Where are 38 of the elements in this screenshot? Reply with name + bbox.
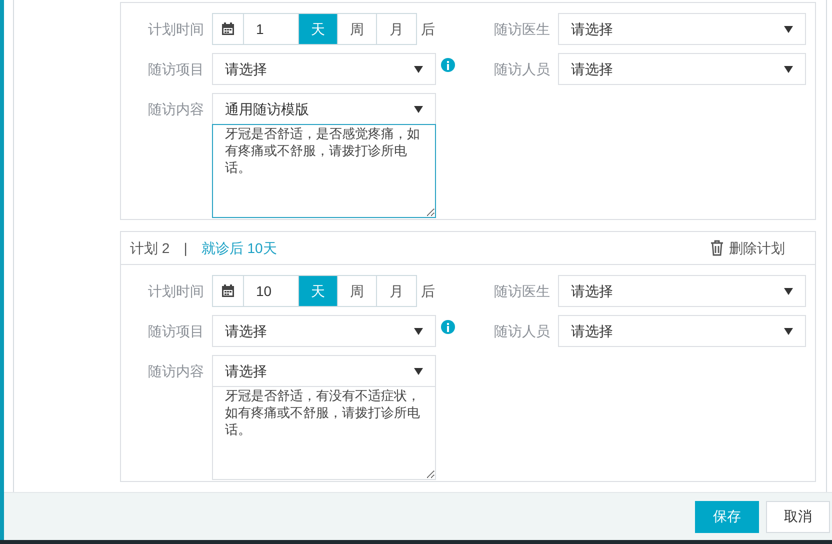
field-label: 随访内容 [147, 362, 205, 381]
field-label: 随访内容 [147, 100, 205, 119]
delete-plan-button[interactable]: 删除计划 [710, 238, 785, 258]
field-label: 随访人员 [493, 322, 551, 340]
select-field[interactable]: 请选择 [558, 13, 806, 45]
info-icon[interactable] [441, 320, 455, 334]
select-field[interactable]: 请选择 [558, 275, 806, 307]
caret-icon [784, 288, 793, 294]
select-field[interactable]: 请选择 [212, 53, 436, 85]
content-textarea[interactable]: 牙冠是否舒适，是否感觉疼痛，如有疼痛或不舒服，请拨打诊所电话。 [212, 124, 436, 218]
field-label: 随访项目 [147, 322, 205, 340]
field-label: 随访项目 [147, 60, 205, 78]
suffix-text: 后 [421, 282, 435, 300]
select-field[interactable]: 通用随访模版 [212, 93, 436, 125]
plan-title: 计划 2 [130, 238, 170, 258]
field-label: 随访医生 [493, 20, 551, 38]
field-label: 计划时间 [147, 20, 205, 38]
suffix-text: 后 [421, 20, 435, 38]
separator: | [184, 238, 188, 258]
content-textarea[interactable]: 牙冠是否舒适，有没有不适症状，如有疼痛或不舒服，请拨打诊所电话。 [212, 386, 436, 480]
select-field[interactable]: 请选择 [212, 315, 436, 347]
trash-icon [710, 240, 724, 256]
field-label: 计划时间 [147, 282, 205, 300]
caret-icon [414, 66, 423, 72]
plan-summary: 就诊后 10天 [201, 238, 277, 258]
field-label: 随访医生 [493, 282, 551, 300]
info-icon[interactable] [441, 58, 455, 72]
caret-icon [414, 106, 423, 112]
cancel-button[interactable]: 取消 [766, 500, 830, 532]
caret-icon [784, 26, 793, 32]
select-field[interactable]: 请选择 [558, 315, 806, 347]
caret-icon [414, 328, 423, 334]
caret-icon [784, 66, 793, 72]
caret-icon [784, 328, 793, 334]
select-field[interactable]: 请选择 [212, 355, 436, 387]
caret-icon [414, 368, 423, 374]
select-field[interactable]: 请选择 [558, 53, 806, 85]
field-label: 随访人员 [493, 60, 551, 78]
